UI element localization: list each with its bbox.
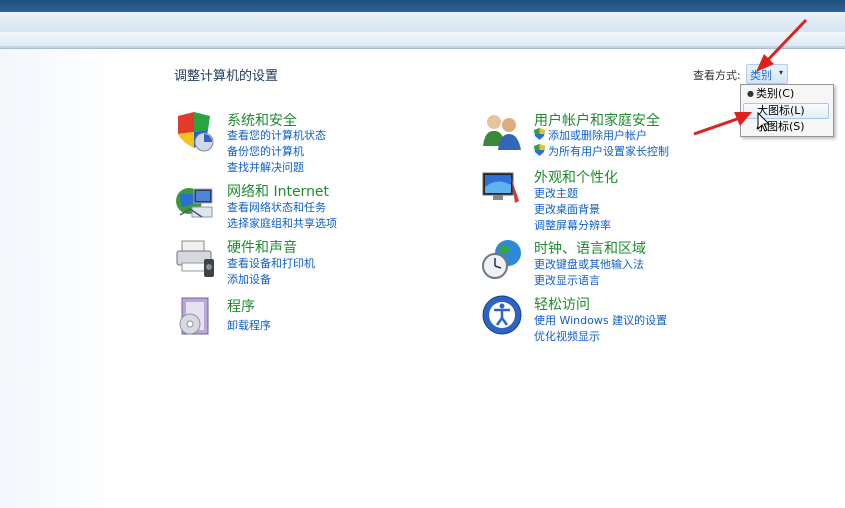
annotation-arrow-icon bbox=[756, 18, 808, 72]
link-windows-recommended[interactable]: 使用 Windows 建议的设置 bbox=[534, 312, 667, 328]
link-change-keyboard[interactable]: 更改键盘或其他输入法 bbox=[534, 256, 644, 272]
link-homegroup-sharing[interactable]: 选择家庭组和共享选项 bbox=[227, 215, 337, 231]
address-toolbar bbox=[0, 12, 845, 49]
link-adjust-resolution[interactable]: 调整屏幕分辨率 bbox=[534, 217, 611, 233]
category-title[interactable]: 时钟、语言和区域 bbox=[534, 238, 646, 258]
link-view-computer-status[interactable]: 查看您的计算机状态 bbox=[227, 127, 326, 143]
mouse-pointer-icon bbox=[757, 112, 771, 132]
link-add-remove-accounts[interactable]: 添加或删除用户帐户 bbox=[534, 127, 647, 143]
system-security-icon bbox=[178, 112, 214, 152]
view-by-label: 查看方式: bbox=[693, 69, 741, 82]
category-title[interactable]: 外观和个性化 bbox=[534, 167, 618, 187]
window-titlebar bbox=[0, 0, 845, 12]
menu-item-large-icons[interactable]: 大图标(L) bbox=[743, 103, 829, 119]
category-title[interactable]: 网络和 Internet bbox=[227, 181, 329, 201]
page-title: 调整计算机的设置 bbox=[174, 69, 279, 84]
clock-language-icon bbox=[482, 240, 521, 279]
category-title[interactable]: 程序 bbox=[227, 296, 255, 316]
annotation-arrow-icon bbox=[693, 112, 752, 136]
user-accounts-icon bbox=[483, 115, 521, 150]
link-change-theme[interactable]: 更改主题 bbox=[534, 185, 578, 201]
link-optimize-display[interactable]: 优化视频显示 bbox=[534, 328, 600, 344]
link-parental-controls[interactable]: 为所有用户设置家长控制 bbox=[534, 143, 669, 159]
hardware-sound-icon bbox=[176, 240, 214, 277]
uac-shield-icon bbox=[534, 128, 545, 140]
ease-of-access-icon bbox=[482, 295, 522, 335]
link-devices-printers[interactable]: 查看设备和打印机 bbox=[227, 255, 315, 271]
link-backup-computer[interactable]: 备份您的计算机 bbox=[227, 143, 304, 159]
view-by-menu: ● 类别(C) 大图标(L) 小图标(S) bbox=[740, 84, 834, 137]
radio-bullet-icon: ● bbox=[747, 89, 754, 98]
menu-item-category[interactable]: ● 类别(C) bbox=[743, 86, 829, 102]
appearance-icon bbox=[482, 172, 519, 203]
link-find-fix-problems[interactable]: 查找并解决问题 bbox=[227, 159, 304, 175]
link-add-device[interactable]: 添加设备 bbox=[227, 271, 271, 287]
network-internet-icon bbox=[176, 188, 213, 218]
uac-shield-icon bbox=[534, 144, 545, 156]
category-title[interactable]: 硬件和声音 bbox=[227, 237, 297, 257]
link-change-background[interactable]: 更改桌面背景 bbox=[534, 201, 600, 217]
link-uninstall-program[interactable]: 卸载程序 bbox=[227, 317, 271, 333]
link-change-display-language[interactable]: 更改显示语言 bbox=[534, 272, 600, 288]
link-view-network-status[interactable]: 查看网络状态和任务 bbox=[227, 199, 326, 215]
programs-icon bbox=[179, 297, 209, 335]
category-title[interactable]: 轻松访问 bbox=[534, 294, 590, 314]
menu-item-small-icons[interactable]: 小图标(S) bbox=[743, 119, 829, 135]
